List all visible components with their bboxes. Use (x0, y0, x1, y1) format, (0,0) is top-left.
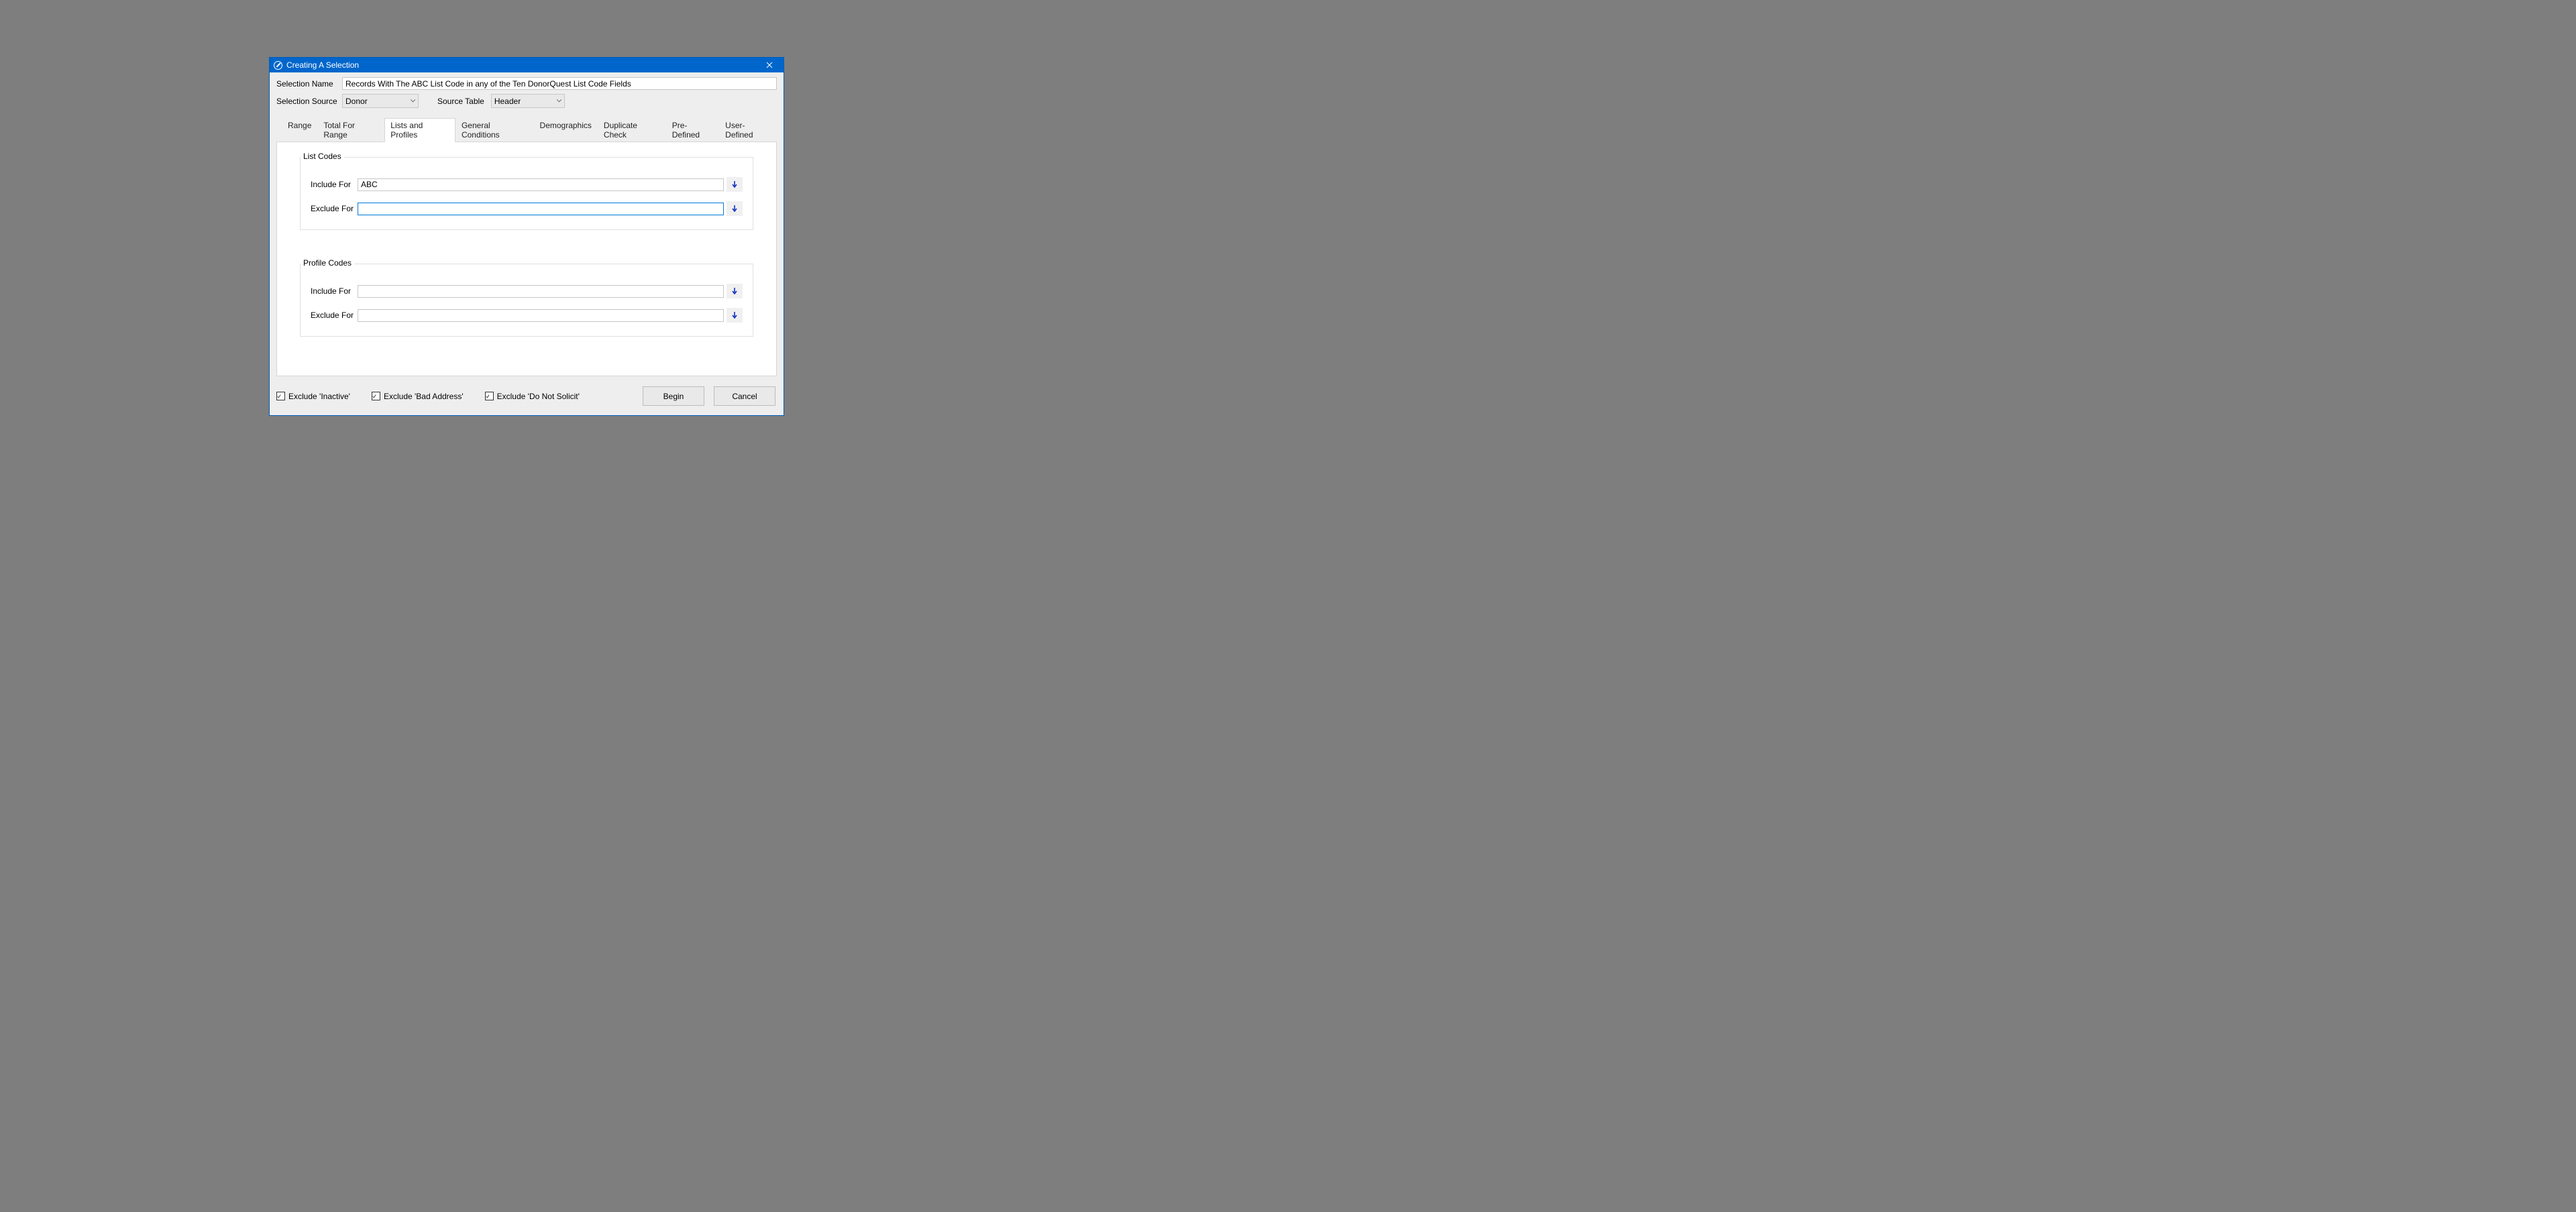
arrow-down-icon (732, 288, 737, 294)
profile-codes-fieldset: Profile Codes Include For Exclude For (300, 264, 753, 337)
exclude-do-not-solicit-checkbox[interactable]: Exclude 'Do Not Solicit' (485, 392, 580, 401)
titlebar: Creating A Selection (270, 58, 784, 72)
checkbox-icon (372, 392, 380, 400)
close-button[interactable] (759, 58, 780, 72)
list-include-lookup-button[interactable] (727, 177, 743, 192)
exclude-bad-address-checkbox[interactable]: Exclude 'Bad Address' (372, 392, 464, 401)
profile-codes-legend: Profile Codes (301, 258, 354, 268)
checkbox-icon (276, 392, 285, 400)
chevron-down-icon (411, 99, 415, 103)
tab-range[interactable]: Range (282, 118, 317, 142)
exclude-inactive-checkbox[interactable]: Exclude 'Inactive' (276, 392, 350, 401)
arrow-down-icon (732, 312, 737, 319)
exclude-bad-address-label: Exclude 'Bad Address' (384, 392, 464, 401)
source-table-label: Source Table (437, 97, 484, 106)
begin-button[interactable]: Begin (643, 386, 704, 406)
source-table-dropdown[interactable]: Header (491, 94, 565, 108)
checkbox-icon (485, 392, 494, 400)
profile-include-input[interactable] (358, 285, 724, 298)
profile-exclude-label: Exclude For (311, 311, 358, 320)
tab-lists-and-profiles[interactable]: Lists and Profiles (384, 118, 455, 142)
tab-general-conditions[interactable]: General Conditions (455, 118, 534, 142)
exclude-do-not-solicit-label: Exclude 'Do Not Solicit' (497, 392, 580, 401)
list-exclude-label: Exclude For (311, 204, 358, 213)
tab-user-defined[interactable]: User-Defined (719, 118, 777, 142)
list-exclude-lookup-button[interactable] (727, 201, 743, 216)
tab-panel: List Codes Include For Exclude For (276, 142, 777, 376)
tab-total-for-range[interactable]: Total For Range (317, 118, 384, 142)
cancel-button[interactable]: Cancel (714, 386, 775, 406)
selection-name-label: Selection Name (276, 79, 342, 89)
tab-duplicate-check[interactable]: Duplicate Check (598, 118, 666, 142)
list-exclude-input[interactable] (358, 203, 724, 215)
profile-include-lookup-button[interactable] (727, 284, 743, 298)
selection-source-dropdown[interactable]: Donor (342, 94, 419, 108)
close-icon (766, 62, 773, 68)
source-table-value: Header (494, 97, 553, 106)
profile-exclude-lookup-button[interactable] (727, 308, 743, 323)
exclude-inactive-label: Exclude 'Inactive' (288, 392, 350, 401)
arrow-down-icon (732, 181, 737, 188)
selection-source-label: Selection Source (276, 97, 342, 106)
list-codes-legend: List Codes (301, 152, 344, 161)
tab-demographics[interactable]: Demographics (534, 118, 598, 142)
selection-dialog: Creating A Selection Selection Name Sele… (269, 57, 784, 416)
tab-pre-defined[interactable]: Pre-Defined (666, 118, 719, 142)
tab-strip: Range Total For Range Lists and Profiles… (276, 117, 777, 142)
profile-include-label: Include For (311, 286, 358, 296)
footer: Exclude 'Inactive' Exclude 'Bad Address'… (276, 376, 777, 408)
window-title: Creating A Selection (286, 60, 759, 70)
list-include-label: Include For (311, 180, 358, 189)
selection-source-value: Donor (345, 97, 407, 106)
profile-exclude-input[interactable] (358, 309, 724, 322)
arrow-down-icon (732, 205, 737, 212)
app-icon (274, 61, 282, 70)
list-codes-fieldset: List Codes Include For Exclude For (300, 157, 753, 230)
list-include-input[interactable] (358, 178, 724, 191)
chevron-down-icon (557, 99, 561, 103)
selection-name-input[interactable] (342, 77, 777, 90)
